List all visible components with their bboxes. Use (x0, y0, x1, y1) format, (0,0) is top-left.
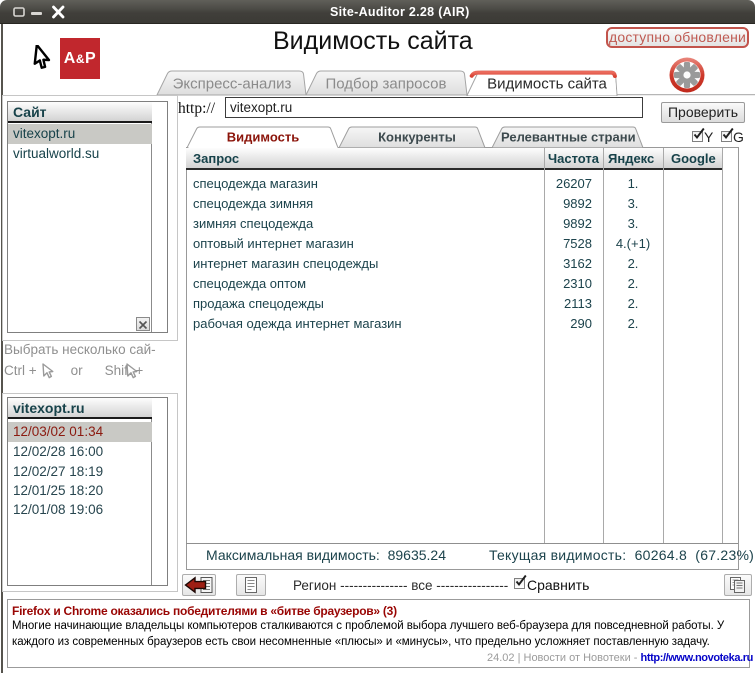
svg-text:Подбор запросов: Подбор запросов (326, 76, 447, 93)
svg-text:Релевантные страни: Релевантные страни (501, 130, 636, 145)
svg-text:Видимость сайта: Видимость сайта (487, 76, 607, 93)
svg-text:Экспресс-анализ: Экспресс-анализ (173, 76, 292, 93)
svg-text:Видимость: Видимость (227, 130, 299, 145)
svg-text:Конкуренты: Конкуренты (378, 130, 456, 145)
